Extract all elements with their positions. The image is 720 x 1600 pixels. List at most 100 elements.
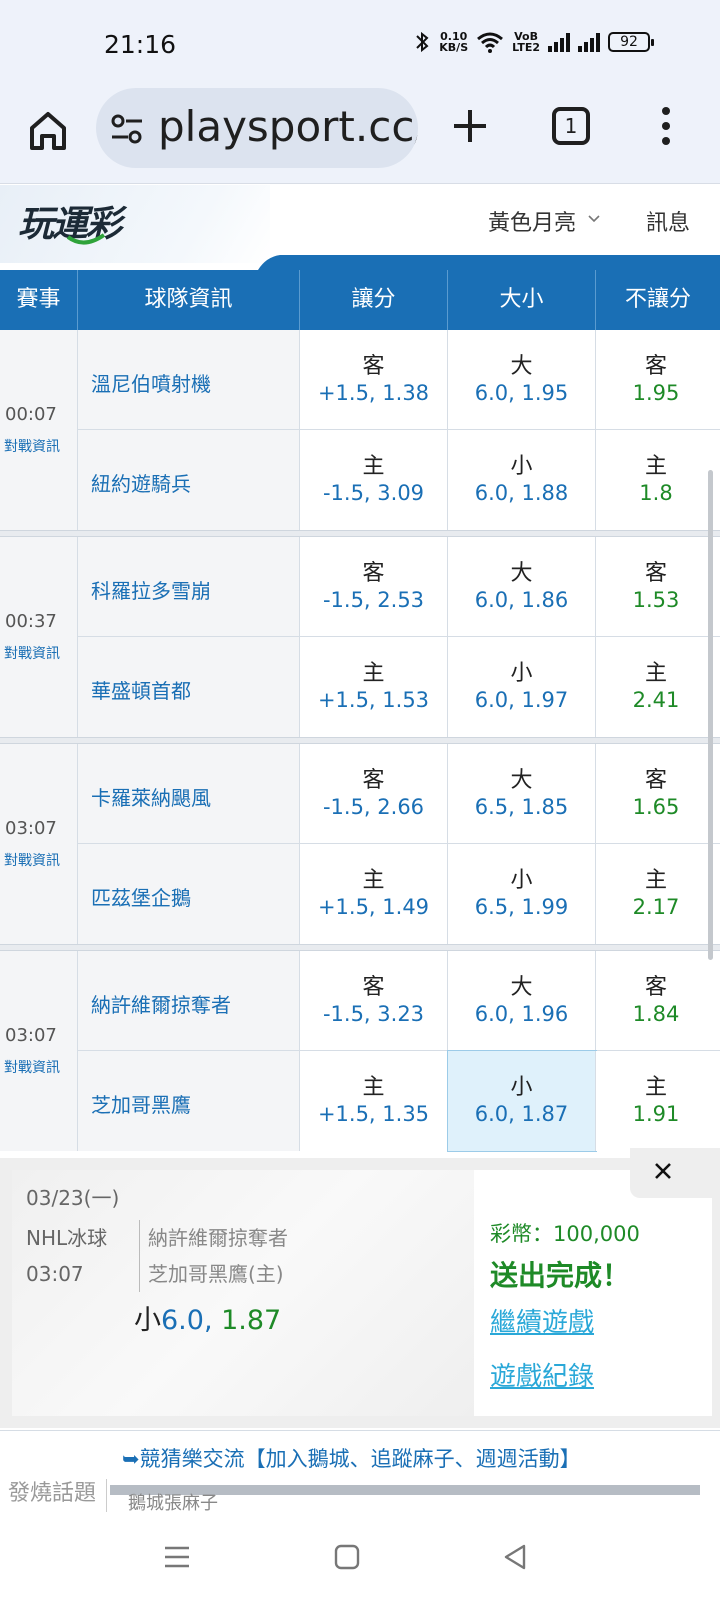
bet-team-home: 芝加哥黑鷹(主) bbox=[148, 1262, 284, 1286]
status-bar: 21:16 0.10 KB/S VoB LTE2 92 bbox=[0, 0, 720, 84]
chevron-down-icon[interactable] bbox=[588, 215, 600, 223]
spread-odds-cell[interactable]: 客 -1.5, 2.66 bbox=[300, 744, 448, 844]
hot-topic-link[interactable]: ➥競猜樂交流【加入鵝城、追蹤麻子、週週活動】 bbox=[122, 1443, 581, 1473]
coin-balance: 彩幣：100,000 bbox=[490, 1222, 640, 1246]
over-under-odds-cell[interactable]: 小 6.0, 1.88 bbox=[448, 430, 596, 530]
spread-side: 客 bbox=[362, 354, 385, 379]
bet-details: 03/23(一) NHL冰球 03:07 納許維爾掠奪者 芝加哥黑鷹(主) 小6… bbox=[12, 1170, 474, 1416]
bet-time: 03:07 bbox=[26, 1262, 84, 1286]
game-divider bbox=[0, 737, 720, 744]
team-cell[interactable]: 紐約遊騎兵 bbox=[78, 430, 300, 530]
team-cell[interactable]: 溫尼伯噴射機 bbox=[78, 330, 300, 430]
spread-side: 客 bbox=[362, 768, 385, 793]
over-under-odds-cell[interactable]: 大 6.0, 1.95 bbox=[448, 330, 596, 430]
team-name[interactable]: 華盛頓首都 bbox=[91, 675, 191, 704]
game-time-cell: 03:07 對戰資訊 bbox=[0, 951, 78, 1151]
moneyline-odds-cell[interactable]: 客 1.95 bbox=[596, 330, 716, 430]
game-time: 03:07 bbox=[5, 818, 57, 839]
over-under-odds-cell[interactable]: 大 6.5, 1.85 bbox=[448, 744, 596, 844]
spread-odds-cell[interactable]: 主 +1.5, 1.53 bbox=[300, 637, 448, 737]
matchup-info-link[interactable]: 對戰資訊 bbox=[4, 436, 60, 456]
team-name[interactable]: 匹茲堡企鵝 bbox=[91, 882, 191, 911]
address-bar[interactable]: playsport.cc/ bbox=[96, 88, 418, 168]
spread-odds-cell[interactable]: 客 -1.5, 3.23 bbox=[300, 951, 448, 1051]
moneyline-odds-cell[interactable]: 客 1.65 bbox=[596, 744, 716, 844]
page-scrollbar[interactable] bbox=[708, 470, 713, 960]
game-block: 03:07 對戰資訊 卡羅萊納颶風 客 -1.5, 2.66 大 6.5, 1.85… bbox=[0, 744, 720, 944]
team-cell[interactable]: 匹茲堡企鵝 bbox=[78, 844, 300, 944]
team-cell[interactable]: 納許維爾掠奪者 bbox=[78, 951, 300, 1051]
team-name[interactable]: 納許維爾掠奪者 bbox=[91, 989, 231, 1018]
game-time: 00:07 bbox=[5, 404, 57, 425]
bet-date: 03/23(一) bbox=[26, 1186, 120, 1210]
team-cell[interactable]: 華盛頓首都 bbox=[78, 637, 300, 737]
hot-topic-author[interactable]: 鵝城張麻子 bbox=[128, 1489, 218, 1513]
recent-apps-icon[interactable] bbox=[162, 1542, 192, 1572]
messages-link[interactable]: 訊息 bbox=[646, 205, 690, 237]
home-icon[interactable] bbox=[24, 106, 72, 154]
tab-switcher-button[interactable]: 1 bbox=[552, 107, 590, 145]
col-header-event: 賽事 bbox=[0, 270, 78, 330]
spread-value: -1.5, 3.23 bbox=[322, 1002, 425, 1026]
site-settings-icon[interactable] bbox=[110, 112, 144, 146]
moneyline-odds-cell[interactable]: 主 1.91 bbox=[596, 1051, 716, 1151]
game-time: 03:07 bbox=[5, 1025, 57, 1046]
team-cell[interactable]: 芝加哥黑鷹 bbox=[78, 1051, 300, 1151]
user-menu[interactable]: 黃色月亮 bbox=[488, 205, 576, 237]
team-cell[interactable]: 卡羅萊納颶風 bbox=[78, 744, 300, 844]
home-nav-icon[interactable] bbox=[332, 1542, 362, 1572]
moneyline-odds-cell[interactable]: 主 2.41 bbox=[596, 637, 716, 737]
more-menu-icon[interactable] bbox=[660, 106, 672, 146]
col-header-over-under: 大小 bbox=[448, 270, 596, 330]
matchup-info-link[interactable]: 對戰資訊 bbox=[4, 850, 60, 870]
ml-value: 1.91 bbox=[632, 1102, 680, 1126]
browser-toolbar: playsport.cc/ 1 bbox=[0, 84, 720, 184]
close-icon[interactable] bbox=[652, 1160, 674, 1182]
bet-pick-value: 6.0, bbox=[161, 1305, 213, 1336]
ou-side: 大 bbox=[510, 975, 533, 1000]
ml-value: 1.8 bbox=[639, 481, 673, 505]
system-nav-bar bbox=[0, 1512, 720, 1600]
over-under-odds-cell[interactable]: 大 6.0, 1.86 bbox=[448, 537, 596, 637]
team-name[interactable]: 科羅拉多雪崩 bbox=[91, 575, 211, 604]
moneyline-odds-cell[interactable]: 客 1.84 bbox=[596, 951, 716, 1051]
spread-odds-cell[interactable]: 主 +1.5, 1.35 bbox=[300, 1051, 448, 1151]
matchup-info-link[interactable]: 對戰資訊 bbox=[4, 1057, 60, 1077]
game-divider bbox=[0, 944, 720, 951]
team-name[interactable]: 紐約遊騎兵 bbox=[91, 468, 191, 497]
moneyline-odds-cell[interactable]: 主 2.17 bbox=[596, 844, 716, 944]
moneyline-odds-cell[interactable]: 客 1.53 bbox=[596, 537, 716, 637]
spread-odds-cell[interactable]: 客 -1.5, 2.53 bbox=[300, 537, 448, 637]
continue-game-link[interactable]: 繼續遊戲 bbox=[490, 1302, 594, 1339]
over-under-odds-cell[interactable]: 小 6.5, 1.99 bbox=[448, 844, 596, 944]
over-under-odds-cell-selected[interactable]: 小 6.0, 1.87 bbox=[447, 1050, 597, 1152]
submit-done-message: 送出完成！ bbox=[490, 1259, 631, 1292]
ml-value: 1.65 bbox=[632, 795, 680, 819]
over-under-odds-cell[interactable]: 小 6.0, 1.97 bbox=[448, 637, 596, 737]
team-name[interactable]: 卡羅萊納颶風 bbox=[91, 782, 211, 811]
matchup-info-link[interactable]: 對戰資訊 bbox=[4, 643, 60, 663]
new-tab-icon[interactable] bbox=[448, 104, 492, 148]
url-text[interactable]: playsport.cc/ bbox=[158, 102, 418, 151]
team-cell[interactable]: 科羅拉多雪崩 bbox=[78, 537, 300, 637]
volte-indicator: VoB LTE2 bbox=[512, 31, 540, 53]
ml-side: 客 bbox=[644, 561, 667, 586]
team-name[interactable]: 芝加哥黑鷹 bbox=[91, 1089, 191, 1118]
ou-value: 6.0, 1.88 bbox=[474, 481, 569, 505]
spread-odds-cell[interactable]: 客 +1.5, 1.38 bbox=[300, 330, 448, 430]
over-under-odds-cell[interactable]: 大 6.0, 1.96 bbox=[448, 951, 596, 1051]
team-name[interactable]: 溫尼伯噴射機 bbox=[91, 368, 211, 397]
game-record-link[interactable]: 遊戲紀錄 bbox=[490, 1356, 594, 1393]
ou-side: 小 bbox=[510, 868, 533, 893]
spread-value: +1.5, 1.38 bbox=[317, 381, 430, 405]
spread-odds-cell[interactable]: 主 -1.5, 3.09 bbox=[300, 430, 448, 530]
game-time-cell: 00:07 對戰資訊 bbox=[0, 330, 78, 530]
close-panel-button[interactable] bbox=[630, 1148, 720, 1198]
back-icon[interactable] bbox=[500, 1542, 530, 1572]
moneyline-odds-cell[interactable]: 主 1.8 bbox=[596, 430, 716, 530]
spread-odds-cell[interactable]: 主 +1.5, 1.49 bbox=[300, 844, 448, 944]
wifi-icon bbox=[477, 32, 504, 53]
ml-value: 1.84 bbox=[632, 1002, 680, 1026]
ou-value: 6.5, 1.85 bbox=[474, 795, 569, 819]
game-block: 00:37 對戰資訊 科羅拉多雪崩 客 -1.5, 2.53 大 6.0, 1.86… bbox=[0, 537, 720, 737]
